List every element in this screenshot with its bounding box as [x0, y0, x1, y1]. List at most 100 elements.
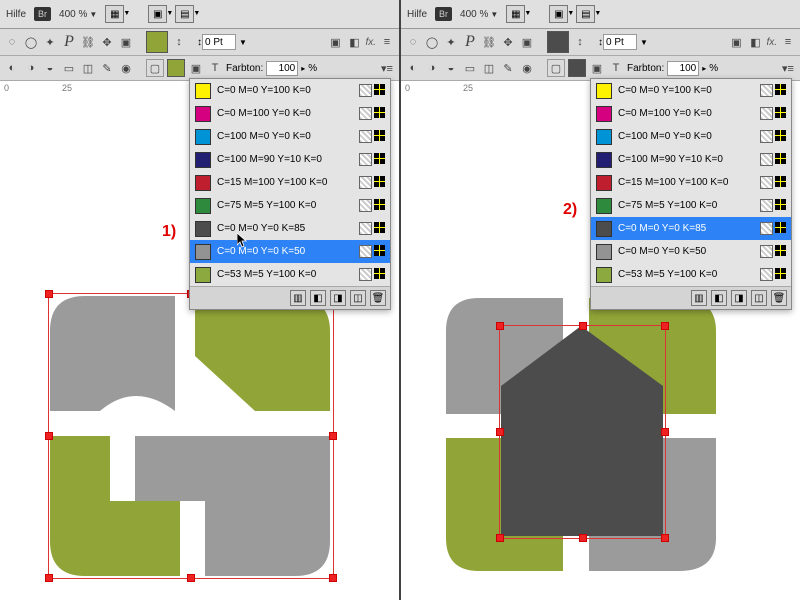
swatch-row[interactable]: C=53 M=5 Y=100 K=0 [190, 263, 390, 286]
swatch-row[interactable]: C=0 M=100 Y=0 K=0 [591, 102, 791, 125]
new-color-group-icon[interactable]: ▥ [290, 290, 306, 306]
swatch-row[interactable]: C=53 M=5 Y=100 K=0 [591, 263, 791, 286]
wrap-icon[interactable]: ◧ [747, 34, 763, 50]
menubar: Hilfe Br 400 % ▼ ▦▼ ▣▼ ▤▼ [0, 0, 399, 29]
view-options-icon[interactable]: ▦▼ [105, 5, 124, 23]
swatch-row[interactable]: C=0 M=0 Y=0 K=50 [190, 240, 390, 263]
swatch-row[interactable]: C=15 M=100 Y=100 K=0 [190, 171, 390, 194]
fill-swatch[interactable] [146, 31, 168, 53]
effects-icon[interactable]: fx. [365, 37, 376, 48]
formatting-text-icon[interactable]: T [207, 60, 223, 76]
chain-icon[interactable]: ⛓ [80, 34, 96, 50]
tool-4-icon[interactable]: ▭ [462, 60, 478, 76]
formatting-text-icon[interactable]: T [608, 60, 624, 76]
arrange-icon[interactable]: ▤▼ [576, 5, 595, 23]
new-icon[interactable]: ◫ [751, 290, 767, 306]
tool-6-icon[interactable]: ✎ [500, 60, 516, 76]
swatch-view-icon[interactable]: ◨ [330, 290, 346, 306]
tool-6-icon[interactable]: ✎ [99, 60, 115, 76]
tool-7-icon[interactable]: ◉ [118, 60, 134, 76]
tool-1-icon[interactable]: ◐ [405, 60, 421, 76]
circle-dashed-icon[interactable]: ◯ [424, 34, 440, 50]
wand-icon[interactable]: ✦ [443, 34, 459, 50]
swatch-row[interactable]: C=0 M=0 Y=0 K=50 [591, 240, 791, 263]
circle-dotted-icon[interactable]: ◌ [4, 34, 20, 50]
none-color-icon[interactable]: ▢ [146, 59, 164, 77]
effects-icon[interactable]: fx. [766, 37, 777, 48]
swatch-row[interactable]: C=100 M=90 Y=10 K=0 [190, 148, 390, 171]
swatch-row[interactable]: C=100 M=90 Y=10 K=0 [591, 148, 791, 171]
menu-help[interactable]: Hilfe [407, 9, 427, 20]
tool-5-icon[interactable]: ◫ [80, 60, 96, 76]
object-icon[interactable]: ▣ [118, 34, 134, 50]
swatch-row[interactable]: C=75 M=5 Y=100 K=0 [591, 194, 791, 217]
formatting-container-icon[interactable]: ▣ [188, 60, 204, 76]
zoom-dropdown[interactable]: 400 % ▼ [59, 9, 97, 20]
trash-icon[interactable]: 🗑 [370, 290, 386, 306]
swatch-view-icon[interactable]: ◨ [731, 290, 747, 306]
menu-help[interactable]: Hilfe [6, 9, 26, 20]
wand-icon[interactable]: ✦ [42, 34, 58, 50]
circle-dotted-icon[interactable]: ◌ [405, 34, 421, 50]
swap-fill-icon[interactable]: ↕ [171, 34, 187, 50]
object-icon[interactable]: ▣ [519, 34, 535, 50]
swatch-row[interactable]: C=75 M=5 Y=100 K=0 [190, 194, 390, 217]
new-swatch-icon[interactable]: ◧ [310, 290, 326, 306]
none-color-icon[interactable]: ▢ [547, 59, 565, 77]
swatch-name: C=0 M=0 Y=100 K=0 [217, 85, 353, 96]
panel-menu-icon[interactable]: ▾≡ [780, 60, 796, 76]
swatch-row[interactable]: C=0 M=0 Y=100 K=0 [591, 79, 791, 102]
swap-fill-icon[interactable]: ↕ [572, 34, 588, 50]
tool-7-icon[interactable]: ◉ [519, 60, 535, 76]
arrange-icon[interactable]: ▤▼ [175, 5, 194, 23]
screen-mode-icon[interactable]: ▣▼ [148, 5, 167, 23]
tool-5-icon[interactable]: ◫ [481, 60, 497, 76]
tint-input[interactable] [266, 61, 298, 76]
menu-icon[interactable]: ≡ [780, 34, 796, 50]
tool-3-icon[interactable]: ◒ [42, 60, 58, 76]
formatting-container-icon[interactable]: ▣ [589, 60, 605, 76]
swatch-row[interactable]: C=15 M=100 Y=100 K=0 [591, 171, 791, 194]
frame-fit-icon[interactable]: ▣ [327, 34, 343, 50]
circle-dashed-icon[interactable]: ◯ [23, 34, 39, 50]
tool-2-icon[interactable]: ◑ [23, 60, 39, 76]
chain-icon[interactable]: ⛓ [481, 34, 497, 50]
stroke-color-swatch[interactable] [568, 59, 586, 77]
swatch-row[interactable]: C=0 M=0 Y=0 K=85 [591, 217, 791, 240]
wrap-icon[interactable]: ◧ [346, 34, 362, 50]
tool-3-icon[interactable]: ◒ [443, 60, 459, 76]
tool-2-icon[interactable]: ◑ [424, 60, 440, 76]
panel-menu-icon[interactable]: ▾≡ [379, 60, 395, 76]
stroke-weight[interactable]: ↕▼ [197, 34, 247, 50]
new-swatch-icon[interactable]: ◧ [711, 290, 727, 306]
bridge-button[interactable]: Br [34, 7, 51, 21]
tool-4-icon[interactable]: ▭ [61, 60, 77, 76]
compass-icon[interactable]: ✥ [500, 34, 516, 50]
swatch-row[interactable]: C=100 M=0 Y=0 K=0 [190, 125, 390, 148]
fill-swatch[interactable] [547, 31, 569, 53]
selection-box[interactable] [48, 293, 334, 579]
compass-icon[interactable]: ✥ [99, 34, 115, 50]
tool-1-icon[interactable]: ◐ [4, 60, 20, 76]
stroke-color-swatch[interactable] [167, 59, 185, 77]
swatch-row[interactable]: C=100 M=0 Y=0 K=0 [591, 125, 791, 148]
trash-icon[interactable]: 🗑 [771, 290, 787, 306]
frame-fit-icon[interactable]: ▣ [728, 34, 744, 50]
screen-mode-icon[interactable]: ▣▼ [549, 5, 568, 23]
swatch-row[interactable]: C=0 M=100 Y=0 K=0 [190, 102, 390, 125]
paragraph-style-icon[interactable]: P [462, 34, 478, 50]
stroke-weight-input[interactable] [603, 34, 637, 50]
swatch-row[interactable]: C=0 M=0 Y=100 K=0 [190, 79, 390, 102]
swatch-row[interactable]: C=0 M=0 Y=0 K=85 [190, 217, 390, 240]
selection-box[interactable] [499, 325, 666, 539]
menu-icon[interactable]: ≡ [379, 34, 395, 50]
view-options-icon[interactable]: ▦▼ [506, 5, 525, 23]
stroke-weight[interactable]: ↕▼ [598, 34, 648, 50]
tint-input[interactable] [667, 61, 699, 76]
bridge-button[interactable]: Br [435, 7, 452, 21]
paragraph-style-icon[interactable]: P [61, 34, 77, 50]
new-color-group-icon[interactable]: ▥ [691, 290, 707, 306]
zoom-dropdown[interactable]: 400 % ▼ [460, 9, 498, 20]
stroke-weight-input[interactable] [202, 34, 236, 50]
new-icon[interactable]: ◫ [350, 290, 366, 306]
